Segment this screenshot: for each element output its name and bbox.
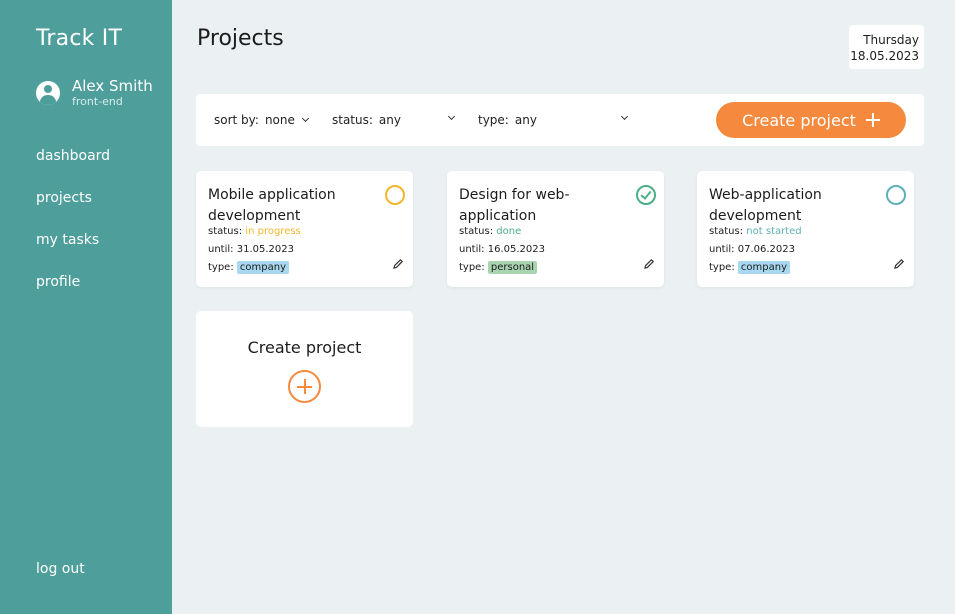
sidebar-item-dashboard[interactable]: dashboard [36, 147, 110, 189]
circle-outline-icon[interactable] [385, 185, 405, 205]
filter-toolbar: sort by: none status: any type: any Crea… [196, 94, 924, 146]
until-value: 31.05.2023 [236, 244, 294, 255]
project-status: status: done [459, 226, 521, 237]
date-day: Thursday [863, 33, 919, 47]
pencil-icon[interactable] [893, 258, 905, 270]
status-dropdown[interactable]: status: any [332, 112, 458, 127]
user-role: front-end [72, 95, 123, 108]
status-label: status: [459, 226, 494, 237]
user-profile[interactable]: Alex Smith front-end [36, 78, 153, 109]
until-label: until: [709, 244, 735, 255]
project-title: Web-application development [709, 187, 822, 224]
create-project-card-label: Create project [247, 338, 362, 357]
project-title: Design for web-application [459, 187, 570, 224]
until-value: 16.05.2023 [487, 244, 545, 255]
date-display: Thursday 18.05.2023 [849, 25, 924, 69]
type-label: type: [208, 262, 234, 273]
chevron-down-icon [301, 114, 309, 122]
status-label: status: [709, 226, 744, 237]
check-circle-icon[interactable] [636, 185, 656, 205]
sort-value: none [264, 113, 295, 127]
until-label: until: [459, 244, 485, 255]
sidebar-item-projects[interactable]: projects [36, 189, 110, 231]
pencil-icon[interactable] [643, 258, 655, 270]
user-name: Alex Smith [72, 77, 153, 95]
project-deadline: until: 07.06.2023 [709, 244, 795, 255]
project-title: Mobile application development [208, 187, 336, 224]
chevron-down-icon [447, 112, 456, 121]
circle-outline-icon[interactable] [886, 185, 906, 205]
sidebar-nav: dashboard projects my tasks profile [36, 147, 110, 315]
project-type: type: company [208, 261, 289, 274]
user-avatar-icon [36, 81, 60, 105]
status-value: any [378, 113, 401, 127]
app-logo: Track IT [36, 26, 123, 51]
page-title: Projects [197, 26, 284, 51]
type-badge: company [737, 261, 790, 274]
create-project-card[interactable]: Create project [196, 311, 413, 427]
sort-dropdown[interactable]: sort by: none [214, 113, 309, 127]
pencil-icon[interactable] [392, 258, 404, 270]
until-value: 07.06.2023 [737, 244, 795, 255]
until-label: until: [208, 244, 234, 255]
status-value: done [496, 226, 522, 237]
type-dropdown[interactable]: type: any [478, 112, 630, 127]
plus-icon [865, 113, 880, 127]
type-label: type: [478, 113, 509, 127]
create-project-button[interactable]: Create project [716, 102, 906, 138]
sort-label: sort by: [214, 113, 259, 127]
type-value: any [514, 113, 537, 127]
type-label: type: [709, 262, 735, 273]
project-deadline: until: 31.05.2023 [208, 244, 294, 255]
project-type: type: company [709, 261, 790, 274]
chevron-down-icon [620, 112, 629, 121]
status-label: status: [208, 226, 243, 237]
project-card[interactable]: Design for web-application status: done … [447, 171, 664, 287]
status-label: status: [332, 113, 373, 127]
project-deadline: until: 16.05.2023 [459, 244, 545, 255]
status-value: not started [746, 226, 802, 237]
date-value: 18.05.2023 [850, 49, 919, 63]
project-status: status: not started [709, 226, 802, 237]
logout-link[interactable]: log out [36, 561, 85, 577]
status-value: in progress [245, 226, 301, 237]
type-badge: company [236, 261, 289, 274]
type-badge: personal [487, 261, 538, 274]
project-type: type: personal [459, 261, 538, 274]
create-project-label: Create project [742, 110, 856, 130]
project-card[interactable]: Mobile application development status: i… [196, 171, 413, 287]
type-label: type: [459, 262, 485, 273]
sidebar-item-profile[interactable]: profile [36, 273, 110, 315]
plus-circle-icon[interactable] [288, 370, 321, 403]
sidebar-item-my-tasks[interactable]: my tasks [36, 231, 110, 273]
sidebar: Track IT Alex Smith front-end dashboard … [0, 0, 172, 614]
project-card[interactable]: Web-application development status: not … [697, 171, 914, 287]
project-status: status: in progress [208, 226, 301, 237]
